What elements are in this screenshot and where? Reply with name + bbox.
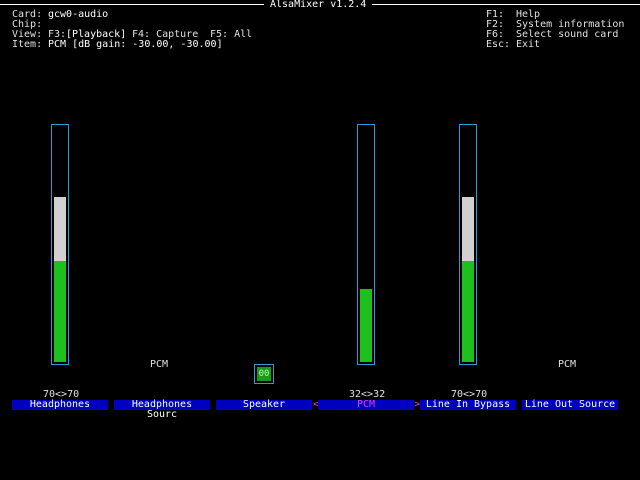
control-label-headphones[interactable]: Headphones (12, 400, 108, 410)
line-in-bypass-volume-bar[interactable] (459, 124, 477, 365)
item-label: Item: (12, 39, 43, 50)
headphones-level-fill (54, 261, 66, 362)
help-esc-text[interactable]: Exit (516, 40, 540, 50)
control-label-line-out-source[interactable]: Line Out Source (522, 400, 618, 410)
card-value: gcw0-audio (48, 9, 109, 20)
item-value: PCM [dB gain: -30.00, -30.00] (48, 39, 223, 50)
control-label-headphones-source[interactable]: Headphones Sourc (114, 400, 210, 420)
headphones-source-value[interactable]: PCM (150, 360, 168, 370)
control-label-speaker[interactable]: Speaker (216, 400, 312, 410)
control-label-line-in-bypass[interactable]: Line In Bypass (420, 400, 516, 410)
headphones-volume-bar[interactable] (51, 124, 69, 365)
speaker-switch-state: 00 (257, 367, 271, 381)
control-label-pcm[interactable]: PCM (318, 400, 414, 410)
pcm-level-fill (360, 289, 372, 362)
help-esc-key: Esc: (486, 39, 511, 50)
line-in-bypass-level-fill (462, 261, 474, 362)
speaker-switch[interactable]: 00 (254, 364, 274, 384)
app-title: AlsaMixer v1.2.4 (264, 0, 373, 10)
line-out-source-value[interactable]: PCM (558, 360, 576, 370)
pcm-volume-bar[interactable] (357, 124, 375, 365)
